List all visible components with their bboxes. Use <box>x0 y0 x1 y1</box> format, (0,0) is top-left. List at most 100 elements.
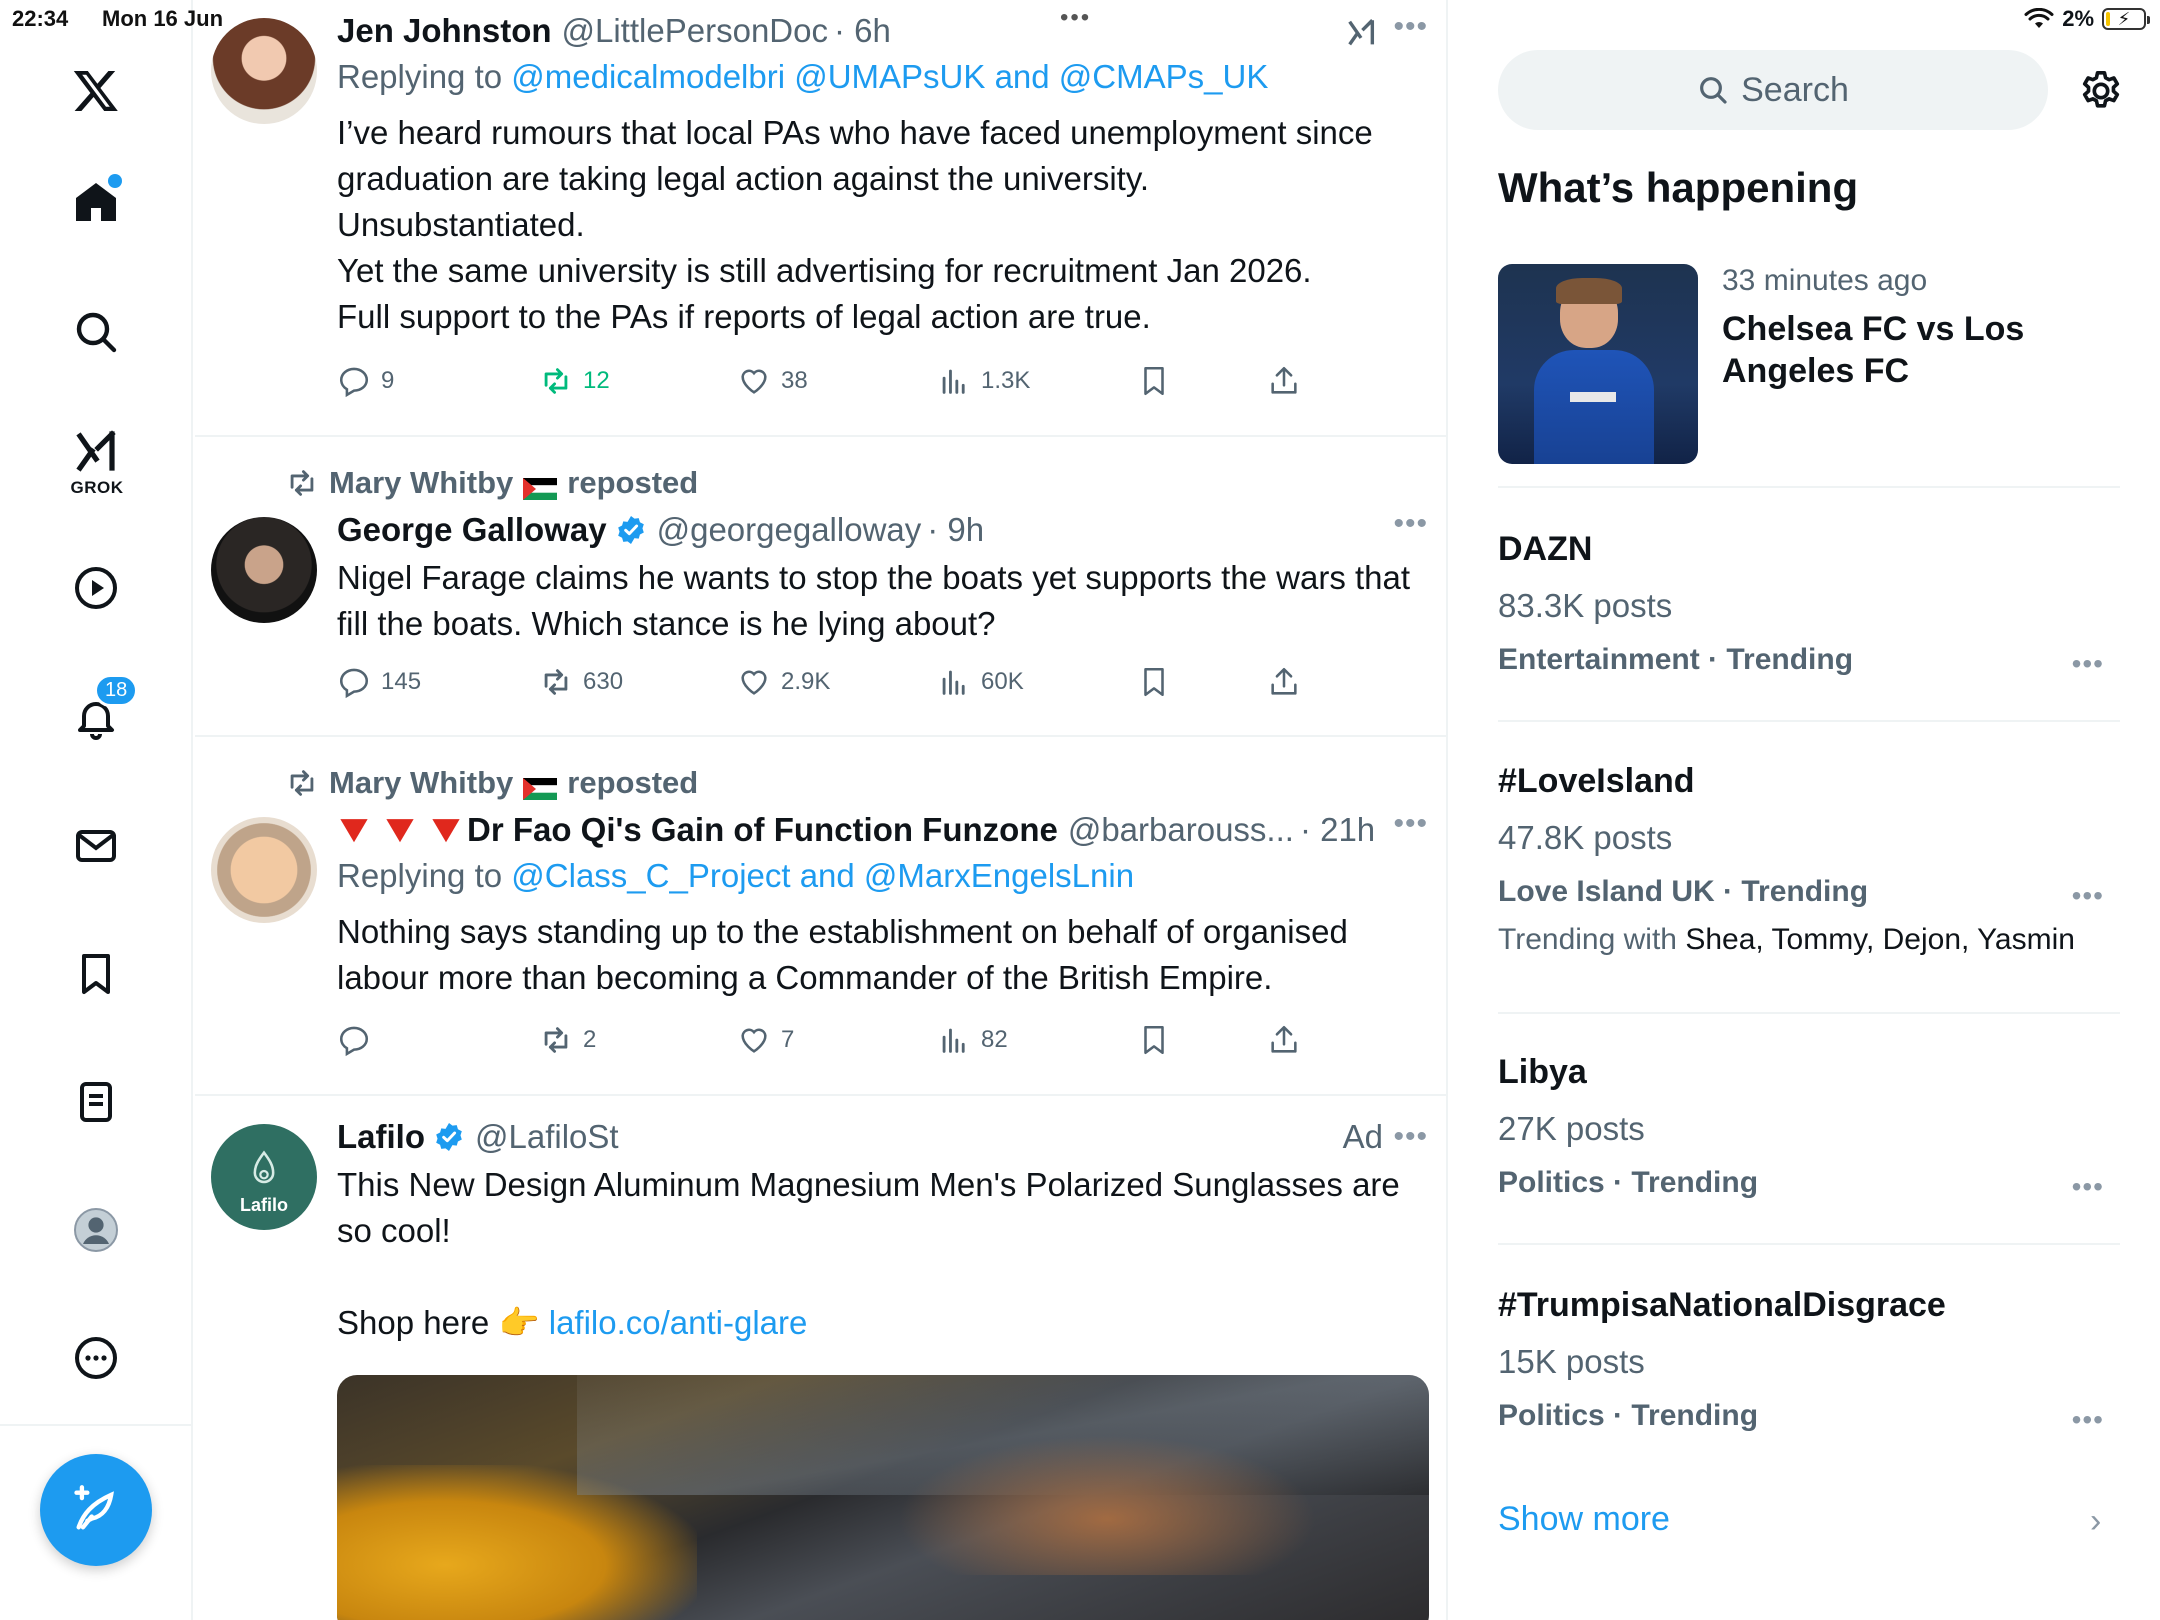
trend-item[interactable]: DAZN 83.3K posts Entertainment · Trendin… <box>1498 530 2120 722</box>
tweet-time: · 9h <box>927 511 985 548</box>
bookmark-button[interactable] <box>1137 364 1171 398</box>
replying-to-handles[interactable]: @medicalmodelbri @UMAPsUK and @CMAPs_UK <box>511 58 1268 95</box>
compose-post-button[interactable] <box>40 1454 152 1566</box>
author-avatar[interactable] <box>211 817 317 923</box>
bookmark-icon <box>1144 366 1164 396</box>
search-input[interactable]: Search <box>1498 50 2048 130</box>
like-button[interactable]: 7 <box>737 1023 794 1057</box>
messages-envelope-icon[interactable] <box>56 806 136 886</box>
views-button[interactable]: 82 <box>937 1023 1008 1057</box>
author-name[interactable]: Dr Fao Qi's Gain of Function Funzone <box>467 811 1058 849</box>
settings-gear-icon[interactable] <box>2078 68 2124 114</box>
trend-item[interactable]: #LoveIsland 47.8K posts Love Island UK ·… <box>1498 762 2120 1014</box>
ad-media-image[interactable] <box>337 1375 1429 1620</box>
video-play-icon[interactable] <box>56 548 136 628</box>
notifications-bell-icon[interactable]: 18 <box>56 674 139 758</box>
author-name[interactable]: George Galloway <box>337 511 607 549</box>
views-button[interactable]: 60K <box>937 665 1024 699</box>
repost-icon <box>544 669 568 695</box>
verified-badge-icon <box>436 1123 462 1151</box>
tweet-item[interactable]: Mary Whitby reposted ••• George Galloway… <box>195 437 1446 737</box>
tweet-text-line: Full support to the PAs if reports of le… <box>337 298 1151 335</box>
trending-with-names: Shea, Tommy, Dejon, Yasmin <box>1685 923 2075 956</box>
author-handle[interactable]: @georgegalloway <box>657 511 922 549</box>
share-button[interactable] <box>1267 364 1301 398</box>
search-icon <box>1700 77 1727 104</box>
reply-button[interactable] <box>337 1023 381 1057</box>
views-chart-icon <box>942 1028 965 1053</box>
share-icon <box>1271 667 1297 695</box>
heart-icon <box>741 1028 767 1053</box>
red-triangle-icon <box>432 819 460 843</box>
tweet-item[interactable]: ••• Jen Johnston @LittlePersonDoc · 6h R… <box>195 0 1446 437</box>
trend-more-icon[interactable]: ••• <box>2072 1171 2104 1203</box>
trend-item[interactable]: Libya 27K posts Politics · Trending ••• <box>1498 1053 2120 1245</box>
more-options-icon[interactable] <box>56 1318 136 1398</box>
like-button[interactable]: 38 <box>737 364 808 398</box>
heart-icon <box>741 670 767 695</box>
trend-more-icon[interactable]: ••• <box>2072 880 2104 912</box>
trend-category: Love Island UK · Trending <box>1498 875 1869 908</box>
author-handle[interactable]: @LafiloSt <box>475 1118 619 1156</box>
show-more-link[interactable]: Show more <box>1498 1500 1670 1539</box>
lists-icon[interactable] <box>56 1062 136 1142</box>
like-button[interactable]: 2.9K <box>737 665 830 699</box>
multitasking-dots-icon[interactable]: ••• <box>1060 4 1091 32</box>
author-avatar[interactable] <box>211 517 317 623</box>
shop-link[interactable]: lafilo.co/anti-glare <box>549 1304 808 1341</box>
battery-percent: 2% <box>2062 6 2094 31</box>
share-button[interactable] <box>1267 1023 1301 1057</box>
views-button[interactable]: 1.3K <box>937 364 1030 398</box>
reposter-name[interactable]: Mary Whitby <box>329 465 513 501</box>
author-name[interactable]: Lafilo <box>337 1118 425 1156</box>
tweet-time: · 21h <box>1299 811 1376 848</box>
palestine-flag-icon <box>523 472 558 500</box>
tweet-item[interactable]: Mary Whitby reposted ••• Dr Fao Qi's Gai… <box>195 737 1446 1096</box>
news-image <box>1498 264 1698 464</box>
replying-to-handles[interactable]: @Class_C_Project and @MarxEngelsLnin <box>511 857 1134 894</box>
trend-more-icon[interactable]: ••• <box>2072 648 2104 680</box>
profile-avatar-icon[interactable] <box>56 1190 136 1270</box>
trending-with-prefix: Trending with <box>1498 923 1677 956</box>
reply-icon <box>339 1026 369 1057</box>
shop-line: Shop here 👉 lafilo.co/anti-glare <box>337 1300 1428 1346</box>
repost-button[interactable]: 630 <box>539 665 623 699</box>
trend-posts: 27K posts <box>1498 1110 1645 1147</box>
verified-badge-icon <box>617 516 644 544</box>
share-button[interactable] <box>1267 665 1301 699</box>
x-logo-icon[interactable] <box>56 50 136 130</box>
reposted-icon <box>290 470 314 496</box>
trend-category: Entertainment · Trending <box>1498 643 1854 676</box>
heart-icon <box>741 369 767 394</box>
status-date: Mon 16 Jun <box>102 6 224 31</box>
bookmark-button[interactable] <box>1137 665 1171 699</box>
reply-count: 145 <box>381 668 422 695</box>
bookmarks-icon[interactable] <box>56 934 136 1014</box>
trend-item[interactable]: #TrumpisaNationalDisgrace 15K posts Poli… <box>1498 1286 2120 1446</box>
repost-icon <box>544 368 568 394</box>
repost-button[interactable]: 12 <box>539 364 610 398</box>
bookmark-button[interactable] <box>1137 1023 1171 1057</box>
trend-name: Libya <box>1498 1053 1587 1091</box>
explore-search-icon[interactable] <box>56 292 136 372</box>
views-count: 60K <box>981 668 1024 695</box>
tweet-text-line: Yet the same university is still adverti… <box>337 252 1312 289</box>
trend-more-icon[interactable]: ••• <box>2072 1404 2104 1436</box>
reposter-name[interactable]: Mary Whitby <box>329 765 513 801</box>
trend-name: #TrumpisaNationalDisgrace <box>1498 1286 1946 1324</box>
news-card[interactable]: 33 minutes ago Chelsea FC vs Los Angeles… <box>1498 264 2120 488</box>
author-handle[interactable]: @barbarouss... <box>1068 811 1294 849</box>
repost-button[interactable]: 2 <box>539 1023 596 1057</box>
trend-posts: 47.8K posts <box>1498 819 1673 856</box>
reply-count: 9 <box>381 367 395 394</box>
timeline-feed[interactable]: ••• Jen Johnston @LittlePersonDoc · 6h R… <box>195 0 1448 1620</box>
home-icon[interactable] <box>56 162 136 242</box>
news-time: 33 minutes ago <box>1722 264 1928 297</box>
grok-label: GROK <box>70 478 124 497</box>
author-avatar[interactable]: Lafilo <box>211 1124 317 1230</box>
reply-button[interactable]: 145 <box>337 665 421 699</box>
reply-button[interactable]: 9 <box>337 364 394 398</box>
repost-attribution: Mary Whitby reposted <box>285 465 698 501</box>
views-chart-icon <box>942 369 965 394</box>
news-title[interactable]: Chelsea FC vs Los Angeles FC <box>1722 308 2102 392</box>
